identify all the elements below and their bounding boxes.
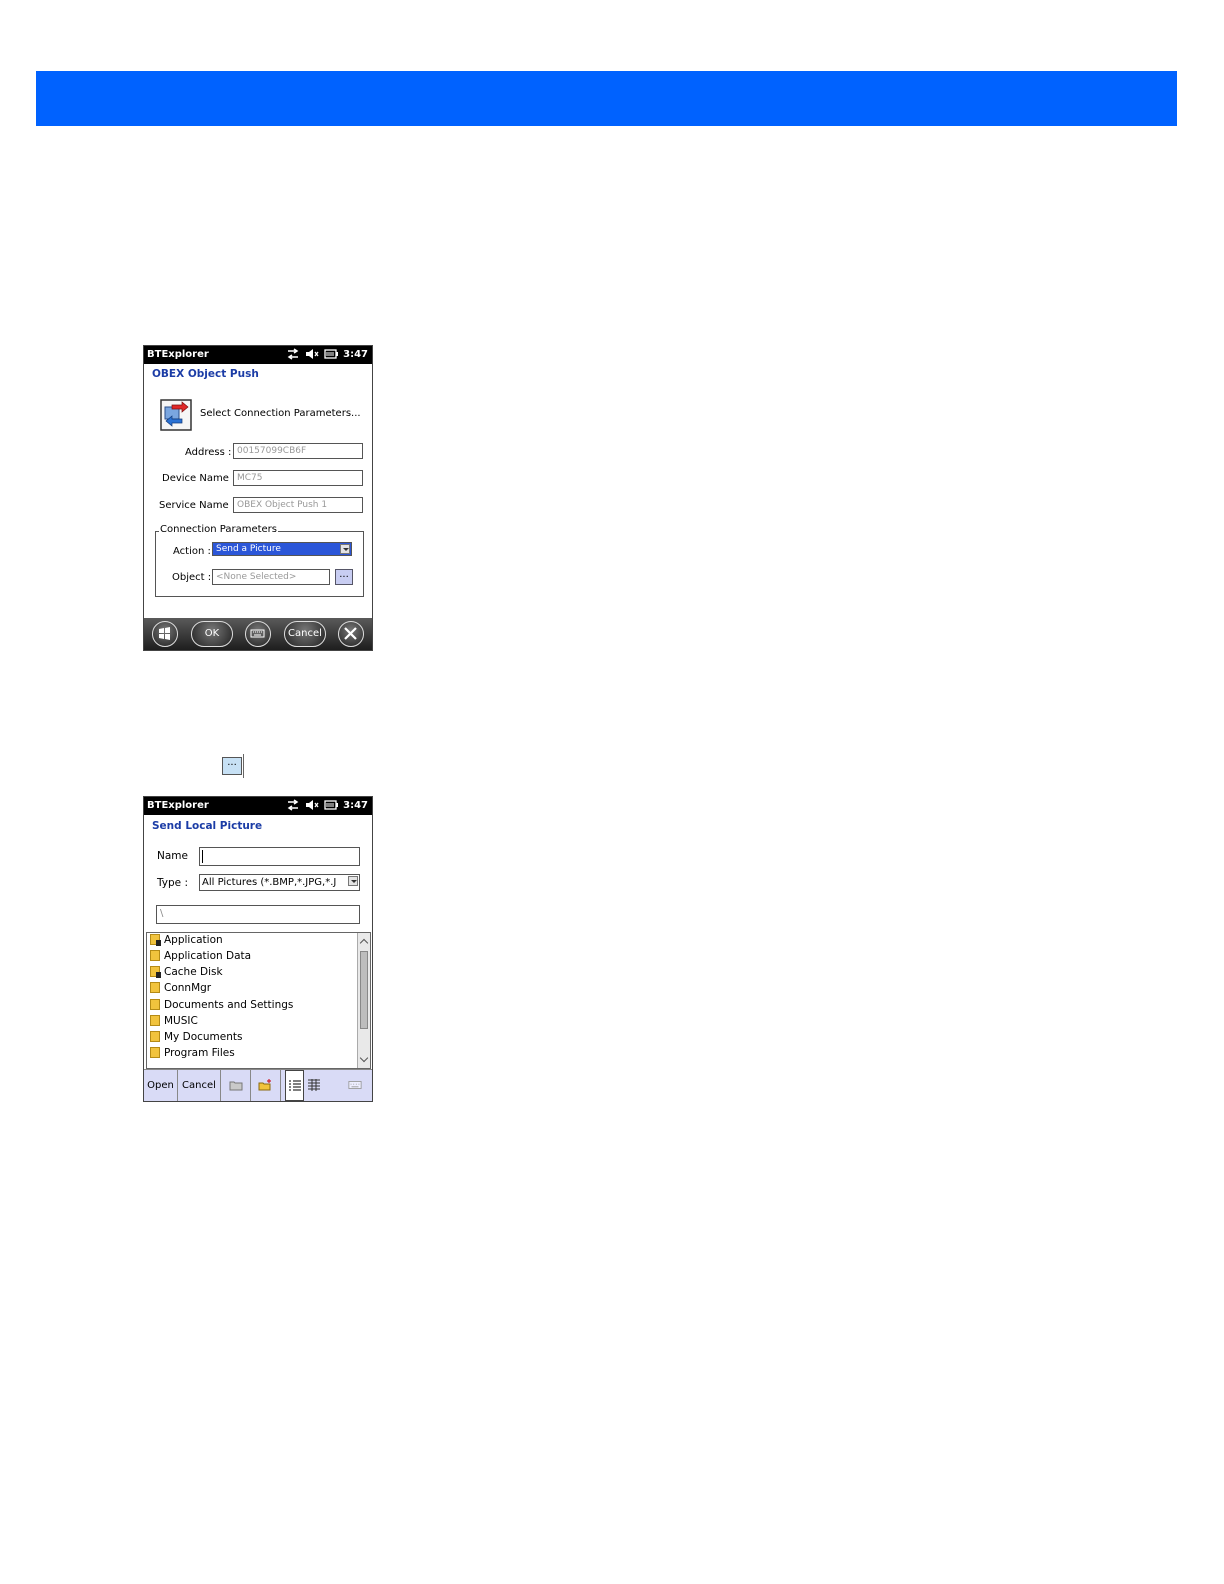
list-item[interactable]: ConnMgr [150,982,211,998]
battery-icon[interactable] [324,799,339,811]
device-name-label: Device Name : [162,473,236,484]
list-item[interactable]: My Documents [150,1031,242,1047]
keyboard-icon [250,629,265,638]
folder-icon [150,966,161,978]
folder-name: Application Data [164,950,252,962]
service-name-field[interactable]: OBEX Object Push 1 [233,497,363,513]
object-label: Object : [172,572,212,583]
new-folder-button[interactable] [251,1070,281,1101]
close-button[interactable] [338,621,364,647]
battery-icon[interactable] [324,348,339,360]
keyboard-button[interactable] [342,1070,370,1101]
folder-name: Cache Disk [164,966,223,978]
start-button[interactable] [152,621,178,647]
screen-title: OBEX Object Push [152,368,259,380]
status-bar: BTExplorer 3:47 [144,797,372,815]
connection-parameters-label: Connection Parameters [159,524,278,535]
text-cursor [243,754,244,778]
object-field[interactable]: <None Selected> [212,569,330,585]
obex-object-push-screen: BTExplorer 3:47 OBEX Object Push Select … [143,345,373,651]
folder-name: Application [164,934,223,946]
action-select-value: Send a Picture [216,544,281,554]
folder-list: Application Application Data Cache Disk … [146,932,371,1069]
list-view-icon [289,1080,301,1091]
list-view-button[interactable] [285,1070,304,1101]
list-item[interactable]: Documents and Settings [150,999,293,1015]
action-label: Action : [173,546,211,557]
text-cursor [202,850,203,863]
detail-view-button[interactable] [304,1070,326,1101]
folder-icon [150,1047,160,1058]
folder-name: Documents and Settings [164,999,294,1011]
detail-view-icon [308,1079,320,1091]
dropdown-arrow-icon[interactable] [348,876,358,886]
app-name: BTExplorer [147,800,209,811]
vertical-scrollbar[interactable] [357,933,370,1068]
keyboard-icon [348,1081,362,1089]
dropdown-arrow-icon[interactable] [340,544,350,554]
ellipsis-button-illustration: ... [222,757,242,775]
type-select-value: All Pictures (*.BMP,*.JPG,*.J [202,877,337,888]
cancel-button[interactable]: Cancel [284,621,326,647]
folder-icon [150,1015,160,1026]
cancel-menu-item[interactable]: Cancel [178,1070,221,1101]
volume-mute-icon[interactable] [305,348,319,360]
folder-name: MUSIC [164,1015,198,1027]
folder-icon [150,982,160,993]
type-select[interactable]: All Pictures (*.BMP,*.JPG,*.J [199,874,360,891]
list-item[interactable]: Cache Disk [150,966,223,982]
up-folder-icon [229,1081,243,1091]
address-label: Address : [185,447,232,458]
list-item[interactable]: Program Files [150,1047,235,1063]
name-input[interactable] [199,847,360,866]
screen-title: Send Local Picture [152,820,263,832]
obex-transfer-icon [160,399,192,431]
folder-icon [150,934,161,946]
menu-bar: Open Cancel [144,1069,372,1101]
open-menu-item[interactable]: Open [144,1070,178,1101]
folder-name: My Documents [164,1031,243,1043]
new-folder-icon [258,1079,271,1091]
app-name: BTExplorer [147,349,209,360]
list-item[interactable]: MUSIC [150,1015,198,1031]
folder-icon [150,999,160,1010]
folder-name: Program Files [164,1047,235,1059]
windows-logo-icon [159,627,170,640]
scroll-up-icon[interactable] [359,938,369,948]
folder-name: ConnMgr [164,982,212,994]
volume-mute-icon[interactable] [305,799,319,811]
status-bar: BTExplorer 3:47 [144,346,372,364]
clock[interactable]: 3:47 [343,800,368,811]
keyboard-button[interactable] [245,621,271,647]
folder-icon [150,1031,160,1042]
list-item[interactable]: Application Data [150,950,251,966]
list-item[interactable]: Application [150,934,223,950]
scroll-down-icon[interactable] [359,1053,369,1063]
name-label: Name [157,850,188,862]
service-name-label: Service Name : [159,500,236,511]
up-folder-button[interactable] [221,1070,251,1101]
connection-parameters-group [155,531,364,597]
device-name-field[interactable]: MC75 [233,470,363,486]
send-local-picture-screen: BTExplorer 3:47 Send Local Picture Name … [143,796,373,1102]
folder-icon [150,950,160,961]
clock[interactable]: 3:47 [343,349,368,360]
soft-key-bar: OK Cancel [144,618,372,650]
browse-object-button[interactable]: ... [335,569,353,585]
address-field[interactable]: 00157099CB6F [233,443,363,459]
connection-prompt: Select Connection Parameters... [200,408,361,419]
ok-button[interactable]: OK [191,621,233,647]
close-icon [344,627,357,640]
scroll-thumb[interactable] [360,951,368,1029]
connectivity-icon[interactable] [286,799,300,811]
connectivity-icon[interactable] [286,348,300,360]
action-select[interactable]: Send a Picture [212,542,352,556]
path-field[interactable]: \ [156,905,360,924]
header-banner [36,71,1177,126]
type-label: Type : [157,877,188,889]
